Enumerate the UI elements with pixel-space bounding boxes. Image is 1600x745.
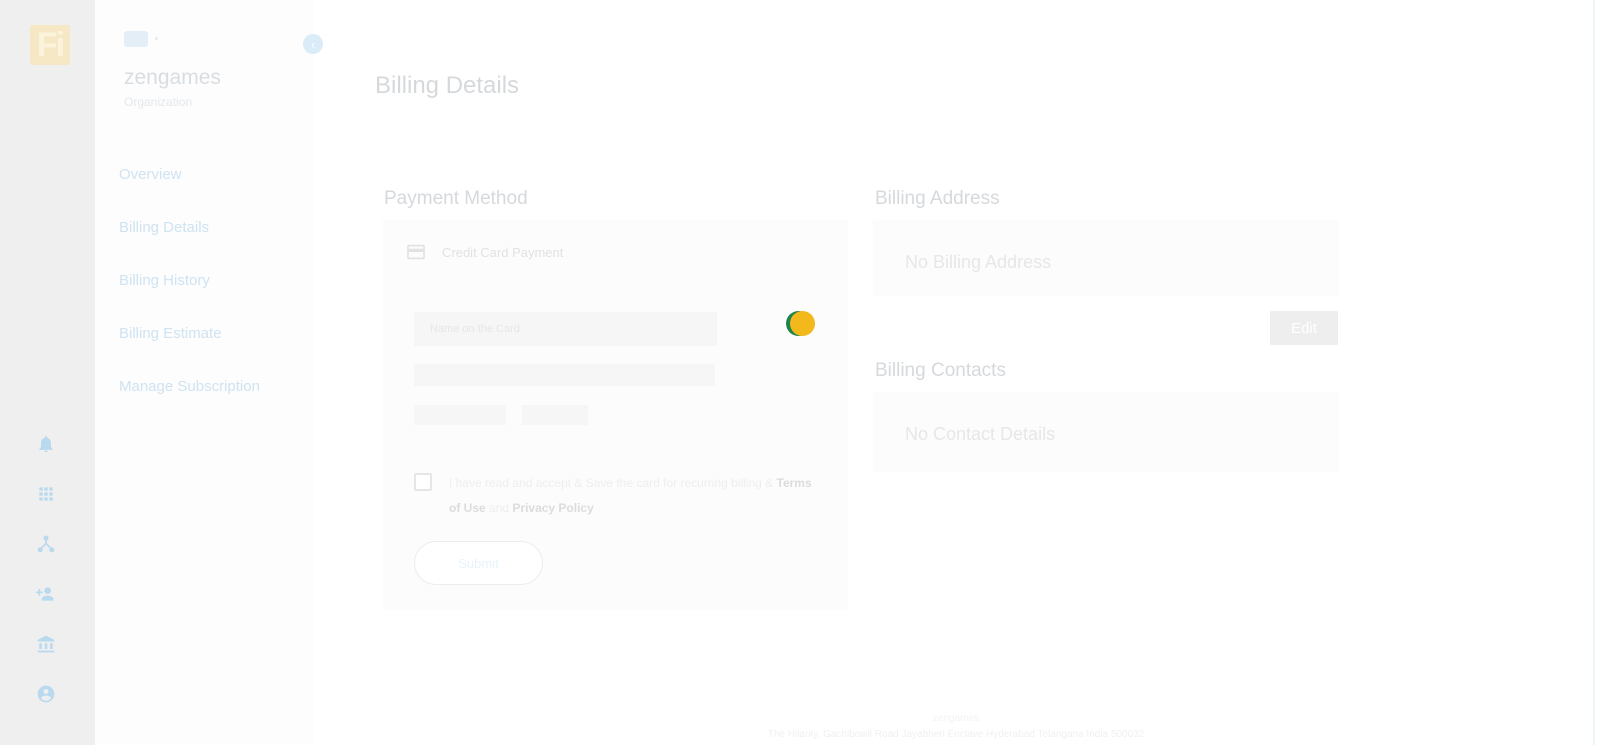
accept-terms-checkbox[interactable] — [414, 473, 432, 491]
sidebar-item-billing-details[interactable]: Billing Details — [119, 219, 209, 236]
footer-address: The Hilarity, Gachibowli Road Jayabheri … — [767, 729, 1145, 740]
privacy-policy-link[interactable]: Privacy Policy — [512, 501, 593, 515]
icon-rail: Fi — [0, 0, 95, 745]
org-sidebar: ‹ zengames Organization Overview Billing… — [95, 0, 323, 745]
sidebar-item-manage-subscription[interactable]: Manage Subscription — [119, 378, 260, 395]
card-expiry-input[interactable] — [414, 405, 506, 425]
account-circle-icon[interactable] — [36, 684, 56, 704]
sidebar-item-overview[interactable]: Overview — [119, 166, 182, 183]
payment-type-label: Credit Card Payment — [442, 245, 564, 260]
credit-card-icon — [406, 244, 426, 260]
hierarchy-icon[interactable] — [36, 534, 56, 554]
card-number-input[interactable] — [414, 364, 715, 386]
no-contact-details-text: No Contact Details — [905, 424, 1056, 444]
submit-button[interactable]: Submit — [414, 541, 543, 585]
sidebar-item-billing-estimate[interactable]: Billing Estimate — [119, 325, 222, 342]
org-name: zengames — [124, 66, 221, 89]
apps-grid-icon[interactable] — [36, 484, 56, 504]
no-billing-address-text: No Billing Address — [905, 252, 1052, 272]
card-cvc-input[interactable] — [522, 405, 588, 425]
spinner-dot-yellow — [790, 311, 815, 336]
window-edge — [1593, 0, 1595, 745]
billing-contacts-title: Billing Contacts — [875, 360, 1006, 381]
page-title: Billing Details — [375, 72, 520, 99]
logo-text: Fi — [36, 25, 65, 64]
chevron-left-icon: ‹ — [310, 36, 316, 52]
org-subtitle: Organization — [124, 95, 193, 109]
consent-text: I have read and accept & Save the card f… — [449, 471, 817, 521]
billing-address-title: Billing Address — [875, 188, 1000, 209]
name-on-card-input[interactable] — [414, 312, 717, 346]
footer-company: zengames — [932, 713, 980, 724]
bell-icon[interactable] — [36, 434, 56, 454]
consent-prefix: I have read and accept & Save the card f… — [449, 476, 777, 490]
sidebar-item-billing-history[interactable]: Billing History — [119, 272, 210, 289]
add-user-icon[interactable] — [36, 584, 56, 604]
consent-and: and — [485, 501, 513, 515]
org-logo — [124, 31, 148, 47]
collapse-sidebar-button[interactable]: ‹ — [303, 34, 323, 54]
bank-icon[interactable] — [36, 634, 56, 654]
loading-spinner — [786, 311, 816, 337]
app-logo[interactable]: Fi — [30, 25, 70, 65]
payment-method-title: Payment Method — [384, 188, 528, 209]
org-logo-divider — [155, 37, 158, 40]
edit-billing-address-button[interactable]: Edit — [1270, 311, 1338, 345]
